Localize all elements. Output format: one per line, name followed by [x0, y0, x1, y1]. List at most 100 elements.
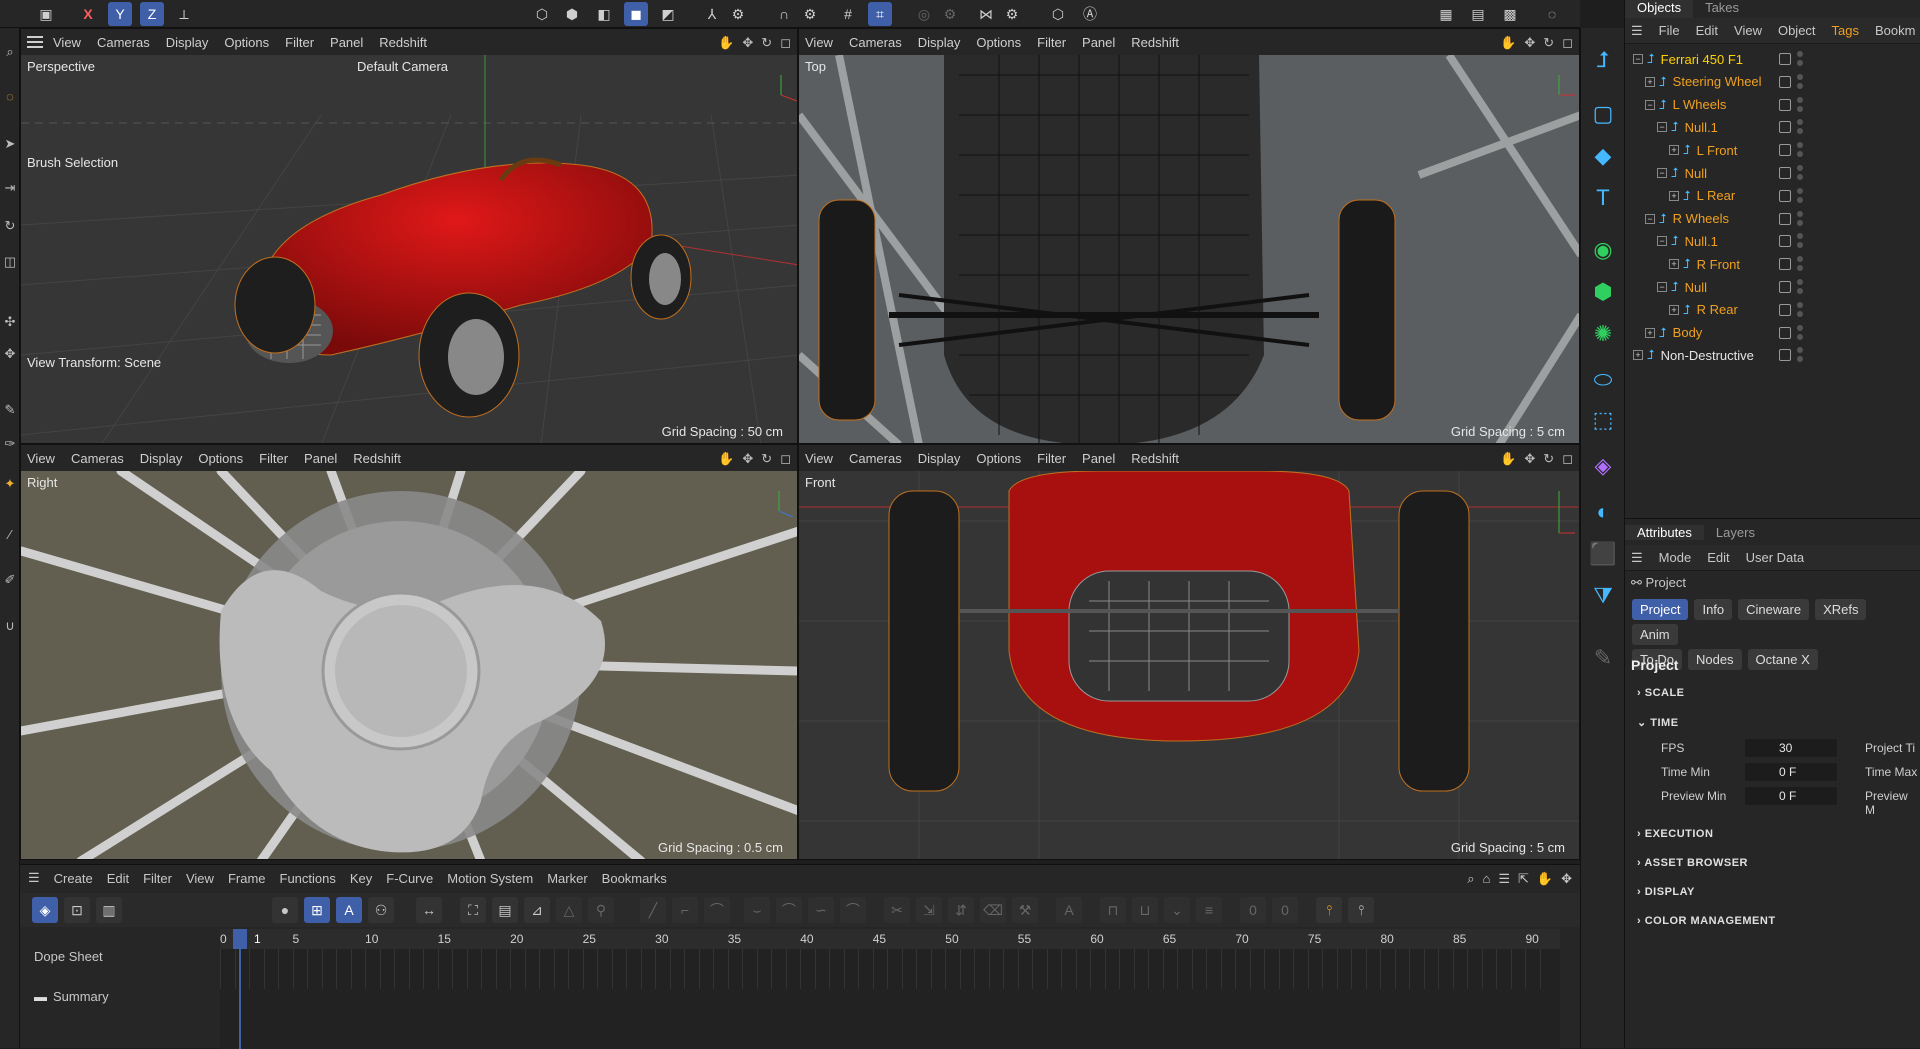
expand-toggle-icon[interactable]: − [1645, 99, 1655, 110]
startup-icon[interactable]: ◌ [1540, 2, 1564, 26]
snap-icon[interactable]: ∩ [772, 2, 796, 26]
visibility-dots[interactable] [1797, 142, 1803, 158]
subtab-info[interactable]: Info [1694, 599, 1733, 620]
layer-checkbox[interactable] [1779, 212, 1791, 225]
playhead[interactable] [233, 929, 247, 949]
hamburger-icon[interactable] [27, 36, 43, 48]
move-tool-icon[interactable]: ⇥ [0, 176, 20, 200]
sketch-icon[interactable]: ✑ [0, 432, 20, 456]
maximize-icon[interactable]: ◻ [780, 451, 791, 467]
menu-mode[interactable]: Mode [1659, 550, 1692, 565]
ease-icon[interactable]: ⌣ [744, 897, 770, 923]
visibility-dots[interactable] [1797, 73, 1803, 89]
section-display[interactable]: › DISPLAY [1637, 886, 1695, 898]
object-mode-icon[interactable]: ◼ [624, 2, 648, 26]
menu-functions[interactable]: Functions [280, 871, 336, 886]
layer-checkbox[interactable] [1779, 144, 1791, 157]
menu-redshift[interactable]: Redshift [1131, 451, 1179, 466]
broom-icon[interactable]: ⚲ [588, 897, 614, 923]
deformer-icon[interactable]: ✺ [1587, 318, 1619, 350]
fcurve-mode-icon[interactable]: ⊡ [64, 897, 90, 923]
menu-view[interactable]: View [805, 35, 833, 50]
spline-icon[interactable]: ▢ [1587, 98, 1619, 130]
tab-objects[interactable]: Objects [1625, 0, 1694, 18]
tree-item[interactable]: − ⮥ Null.1 [1625, 116, 1920, 138]
menu-display[interactable]: Display [166, 35, 209, 50]
frame-all-icon[interactable]: ⛶ [460, 897, 486, 923]
layer-checkbox[interactable] [1779, 303, 1791, 316]
top-viewport[interactable]: View Cameras Display Options Filter Pane… [798, 28, 1580, 444]
axis-tool-icon[interactable]: ✥ [0, 342, 20, 366]
dolly-icon[interactable]: ✥ [1524, 35, 1535, 51]
light-icon[interactable]: ⧩ [1587, 580, 1619, 612]
maximize-icon[interactable]: ◻ [1562, 35, 1573, 51]
hierarchy-icon[interactable]: ⊞ [304, 897, 330, 923]
eraser-icon[interactable]: ⌫ [980, 897, 1006, 923]
menu-bookmarks[interactable]: Bookm [1875, 23, 1915, 38]
orbit-icon[interactable]: ↻ [761, 35, 772, 51]
model-mode-icon[interactable]: ◩ [656, 2, 680, 26]
menu-edit[interactable]: Edit [1707, 550, 1729, 565]
expand-toggle-icon[interactable]: + [1645, 327, 1655, 338]
motion-mode-icon[interactable]: ▥ [96, 897, 122, 923]
layer-checkbox[interactable] [1779, 326, 1791, 339]
menu-options[interactable]: Options [224, 35, 269, 50]
tangent-icon[interactable]: △ [556, 897, 582, 923]
menu-panel[interactable]: Panel [304, 451, 337, 466]
expand-toggle-icon[interactable]: + [1645, 76, 1655, 87]
magnet-icon[interactable]: ∪ [0, 614, 20, 638]
generator-icon[interactable]: ◉ [1587, 234, 1619, 266]
picture-viewer-icon[interactable]: ▩ [1498, 2, 1522, 26]
layer-checkbox[interactable] [1779, 167, 1791, 179]
soft-selection-settings-icon[interactable]: ⚙ [938, 2, 962, 26]
section-execution[interactable]: › EXECUTION [1637, 828, 1713, 840]
fps-field[interactable]: 30 [1745, 739, 1837, 757]
subtab-anim[interactable]: Anim [1632, 624, 1678, 645]
camera-selector[interactable]: Default Camera [357, 59, 448, 74]
menu-redshift[interactable]: Redshift [353, 451, 401, 466]
visibility-dots[interactable] [1797, 210, 1803, 226]
section-time[interactable]: ⌄ TIME [1637, 716, 1679, 729]
move-icon[interactable]: ▣ [34, 2, 58, 26]
top-canvas[interactable]: Top Grid Spacing : 5 cm [799, 55, 1579, 443]
menu-panel[interactable]: Panel [1082, 35, 1115, 50]
menu-file[interactable]: File [1659, 23, 1680, 38]
offset-icon[interactable]: 0 [1240, 897, 1266, 923]
menu-filter[interactable]: Filter [1037, 35, 1066, 50]
perspective-viewport[interactable]: View Cameras Display Options Filter Pane… [20, 28, 798, 444]
spline-key-icon[interactable]: ⌒ [704, 897, 730, 923]
live-selection-icon[interactable]: ◌ [0, 84, 20, 108]
tree-item[interactable]: − ⮥ Null [1625, 276, 1920, 298]
layer-checkbox[interactable] [1779, 75, 1791, 88]
rotate-tool-icon[interactable]: ↻ [0, 214, 20, 238]
tree-item[interactable]: − ⮥ Ferrari 450 F1 [1625, 48, 1920, 70]
maximize-icon[interactable]: ◻ [780, 35, 791, 51]
layer-checkbox[interactable] [1779, 349, 1791, 362]
points-mode-icon[interactable]: ⬡ [530, 2, 554, 26]
tab-takes[interactable]: Takes [1693, 0, 1751, 18]
z-axis-lock-button[interactable]: Z [140, 2, 164, 26]
lock-time-icon[interactable]: ⇵ [948, 897, 974, 923]
tree-item[interactable]: + ⮥ R Front [1625, 253, 1920, 275]
search-icon[interactable]: ⌕ [0, 40, 20, 64]
hamburger-icon[interactable]: ☰ [1631, 550, 1643, 566]
subtab-octane[interactable]: Octane X [1747, 649, 1818, 670]
scene-icon[interactable]: ◐ [1587, 496, 1619, 528]
expand-toggle-icon[interactable]: + [1633, 350, 1643, 361]
redshift-icon[interactable]: Ⓐ [1078, 2, 1102, 26]
visibility-dots[interactable] [1797, 324, 1803, 340]
expand-toggle-icon[interactable]: − [1657, 122, 1667, 133]
subtab-project[interactable]: Project [1632, 599, 1689, 620]
menu-redshift[interactable]: Redshift [1131, 35, 1179, 50]
dope-sheet-tracks[interactable] [220, 949, 1560, 1049]
select-icon[interactable]: ➤ [0, 132, 20, 156]
menu-cameras[interactable]: Cameras [849, 35, 902, 50]
spline-pen-icon[interactable]: ✎ [0, 398, 20, 422]
menu-display[interactable]: Display [918, 451, 961, 466]
subtab-xrefs[interactable]: XRefs [1815, 599, 1867, 620]
menu-display[interactable]: Display [140, 451, 183, 466]
tree-item[interactable]: − ⮥ Null [1625, 162, 1920, 184]
edges-mode-icon[interactable]: ⬢ [560, 2, 584, 26]
marker-icon[interactable]: ⫯ [1316, 897, 1342, 923]
tree-item[interactable]: − ⮥ R Wheels [1625, 208, 1920, 230]
